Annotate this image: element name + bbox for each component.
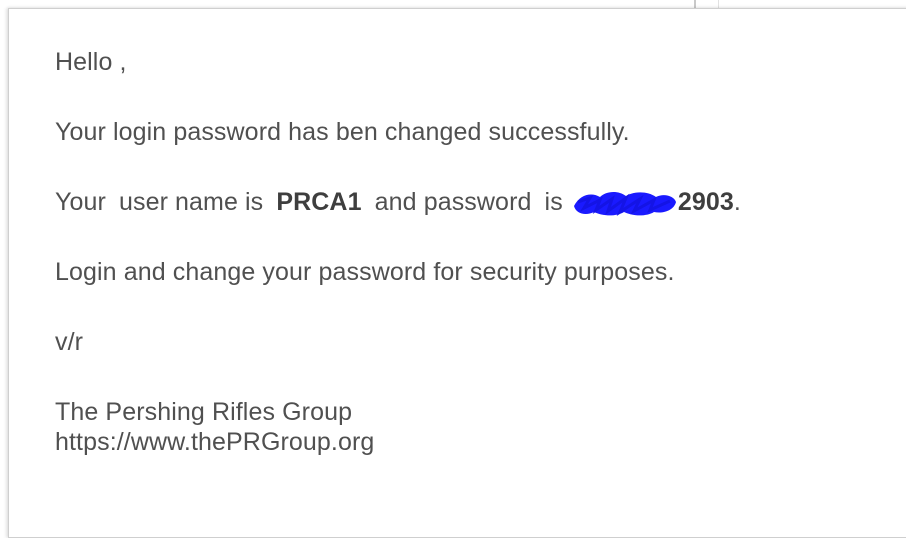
email-message-panel: Hello , Your login password has ben chan…	[8, 8, 906, 538]
credentials-username-is-text: user name is	[118, 188, 264, 216]
email-signature: The Pershing Rifles Group https://www.th…	[55, 397, 741, 457]
email-line-security: Login and change your password for secur…	[55, 257, 741, 287]
signature-org-name: The Pershing Rifles Group	[55, 398, 353, 426]
email-body: Hello , Your login password has ben chan…	[55, 47, 741, 457]
password-changed-text: Your login password has ben changed succ…	[55, 118, 630, 146]
credentials-is-text: is	[544, 188, 563, 216]
credentials-period: .	[733, 188, 741, 216]
security-text: Login and change your password for secur…	[55, 258, 675, 286]
username-value: PRCA1	[276, 188, 362, 216]
email-line-credentials: Your user name is PRCA1 and password is …	[55, 187, 741, 217]
signature-url: https://www.thePRGroup.org	[55, 428, 375, 456]
credentials-and-password-text: and password	[374, 188, 532, 216]
password-redaction-icon	[570, 187, 678, 217]
credentials-your-text: Your	[55, 188, 106, 216]
closing-text: v/r	[55, 328, 84, 356]
email-greeting: Hello ,	[55, 47, 741, 77]
greeting-text: Hello ,	[55, 48, 127, 76]
password-visible-suffix: 2903	[677, 188, 734, 216]
email-closing: v/r	[55, 327, 741, 357]
email-line-password-changed: Your login password has ben changed succ…	[55, 117, 741, 147]
